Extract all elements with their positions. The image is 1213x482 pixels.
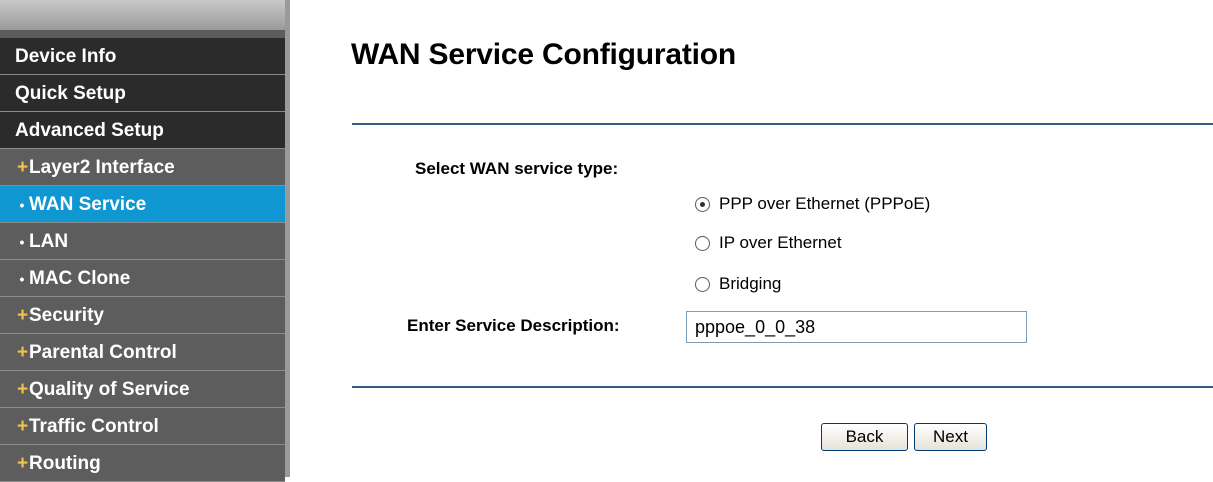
sidebar-item-traffic-control[interactable]: +Traffic Control: [0, 408, 285, 445]
sidebar-item-wan-service[interactable]: • WAN Service: [0, 186, 285, 223]
sidebar-item-device-info[interactable]: Device Info: [0, 38, 285, 75]
plus-icon: +: [17, 453, 29, 474]
service-type-label: Select WAN service type:: [415, 159, 619, 178]
sidebar-item-label: Traffic Control: [29, 416, 159, 437]
back-button[interactable]: Back: [821, 423, 908, 451]
radio-bridging-row[interactable]: Bridging: [695, 273, 781, 295]
sidebar-item-quick-setup[interactable]: Quick Setup: [0, 75, 285, 112]
service-description-label: Enter Service Description:: [407, 316, 620, 335]
bullet-dot-icon: •: [19, 234, 25, 250]
sidebar-item-label: Layer2 Interface: [29, 157, 175, 178]
sidebar-item-security[interactable]: +Security: [0, 297, 285, 334]
sidebar-item-label: Routing: [29, 453, 101, 474]
radio-ipoe-label[interactable]: IP over Ethernet: [719, 233, 842, 253]
radio-pppoe-label[interactable]: PPP over Ethernet (PPPoE): [719, 194, 930, 214]
plus-icon: +: [17, 342, 29, 363]
sidebar-item-mac-clone[interactable]: • MAC Clone: [0, 260, 285, 297]
service-description-input[interactable]: [686, 311, 1027, 343]
sidebar-item-label: Security: [29, 305, 104, 326]
next-button[interactable]: Next: [914, 423, 987, 451]
radio-pppoe-button[interactable]: [695, 196, 710, 212]
sidebar-item-label: Parental Control: [29, 342, 177, 363]
radio-bridging-button[interactable]: [695, 276, 710, 292]
sidebar-item-label: Quick Setup: [15, 83, 126, 104]
sidebar-item-advanced-setup[interactable]: Advanced Setup: [0, 112, 285, 149]
sidebar-item-layer2-interface[interactable]: +Layer2 Interface: [0, 149, 285, 186]
sidebar-divider: [285, 0, 290, 477]
sidebar-header-bar: [0, 0, 285, 30]
sidebar-item-label: Quality of Service: [29, 379, 190, 400]
plus-icon: +: [17, 379, 29, 400]
sidebar-item-label: WAN Service: [29, 194, 147, 215]
bullet-dot-icon: •: [19, 271, 25, 287]
radio-ipoe-button[interactable]: [695, 235, 710, 251]
sidebar: Device Info Quick Setup Advanced Setup +Lay…: [0, 0, 285, 482]
radio-ipoe-row[interactable]: IP over Ethernet: [695, 232, 842, 254]
sidebar-item-quality-of-service[interactable]: +Quality of Service: [0, 371, 285, 408]
bottom-divider: [352, 386, 1213, 388]
sidebar-item-parental-control[interactable]: +Parental Control: [0, 334, 285, 371]
sidebar-item-lan[interactable]: • LAN: [0, 223, 285, 260]
bullet-dot-icon: •: [19, 197, 25, 213]
top-divider: [352, 123, 1213, 125]
sidebar-item-label: Device Info: [15, 46, 117, 67]
sidebar-item-label: Advanced Setup: [15, 120, 164, 141]
plus-icon: +: [17, 416, 29, 437]
sidebar-item-label: MAC Clone: [29, 268, 131, 289]
sidebar-item-routing[interactable]: +Routing: [0, 445, 285, 482]
sidebar-item-label: LAN: [29, 231, 69, 252]
plus-icon: +: [17, 305, 29, 326]
radio-pppoe-row[interactable]: PPP over Ethernet (PPPoE): [695, 193, 930, 215]
plus-icon: +: [17, 157, 29, 178]
radio-selected-dot: [700, 201, 705, 207]
radio-bridging-label[interactable]: Bridging: [719, 274, 781, 294]
page-title: WAN Service Configuration: [351, 38, 737, 71]
